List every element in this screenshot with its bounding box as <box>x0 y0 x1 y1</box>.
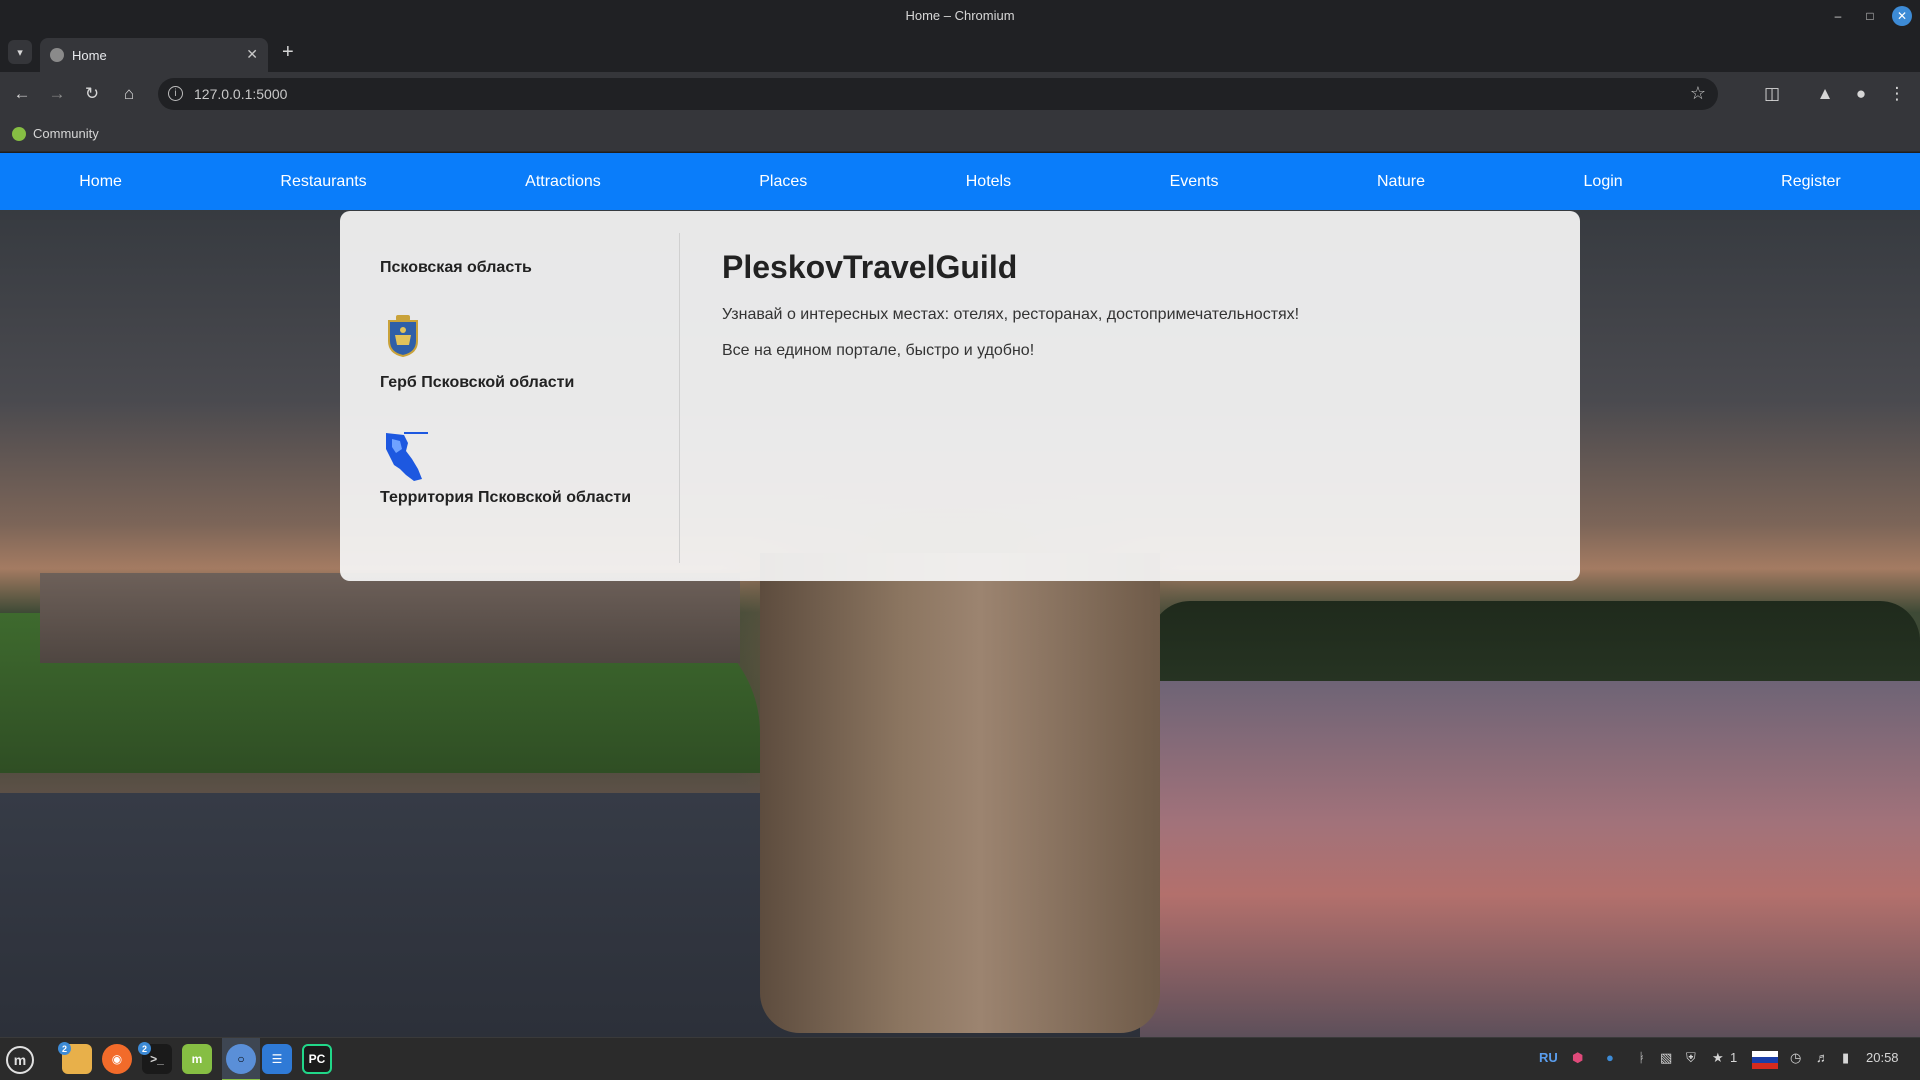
tab-home[interactable]: Home ✕ <box>40 38 268 72</box>
russian-flag-icon[interactable] <box>1752 1051 1778 1069</box>
site-navbar: Home Restaurants Attractions Places Hote… <box>0 153 1920 210</box>
clock[interactable]: 20:58 <box>1866 1050 1899 1065</box>
close-tab-icon[interactable]: ✕ <box>246 46 258 63</box>
back-icon[interactable]: ← <box>10 82 34 106</box>
home-icon[interactable]: ⌂ <box>117 82 141 106</box>
profile-icon[interactable]: ● <box>1849 82 1873 106</box>
files-badge: 2 <box>58 1042 71 1055</box>
bluetooth-icon[interactable]: ᛓ <box>1638 1050 1646 1065</box>
bookmark-community[interactable]: Community <box>33 126 99 141</box>
terminal-icon[interactable]: >_ 2 <box>138 1042 172 1074</box>
mint-software-icon[interactable]: m <box>182 1044 212 1074</box>
battery-icon[interactable]: ▮ <box>1842 1050 1849 1066</box>
nav-places[interactable]: Places <box>759 173 807 191</box>
nav-nature[interactable]: Nature <box>1377 173 1425 191</box>
wifi-icon[interactable]: ◷ <box>1790 1050 1801 1066</box>
territory-caption: Территория Псковской области <box>380 489 632 506</box>
new-tab-icon[interactable]: + <box>282 42 294 62</box>
background-trees <box>1150 601 1920 681</box>
nav-home[interactable]: Home <box>79 173 122 191</box>
notification-count: 1 <box>1730 1050 1738 1065</box>
forward-icon[interactable]: → <box>45 82 69 106</box>
tab-label: Home <box>72 48 107 63</box>
firefox-icon[interactable]: ◉ <box>102 1044 132 1074</box>
page-title: PleskovTravelGuild <box>722 249 1018 285</box>
coat-of-arms-image <box>388 315 418 357</box>
nav-hotels[interactable]: Hotels <box>966 173 1011 191</box>
intro-paragraph: Узнавай о интересных местах: отелях, рес… <box>722 306 1300 323</box>
tagline-paragraph: Все на едином портале, быстро и удобно! <box>722 342 1035 359</box>
window-title: Home – Chromium <box>905 8 1015 23</box>
update-tray-icon[interactable]: ● <box>1606 1050 1614 1065</box>
maximize-icon[interactable]: □ <box>1860 6 1880 26</box>
coat-of-arms-caption: Герб Псковской области <box>380 374 575 391</box>
globe-icon <box>50 48 64 62</box>
tab-strip: ▾ Home ✕ + <box>0 32 1920 72</box>
region-sidebar: Псковская область Герб Псковской области… <box>380 233 680 563</box>
notifications-icon[interactable]: ★ <box>1712 1050 1724 1066</box>
nav-attractions[interactable]: Attractions <box>525 173 601 191</box>
chromium-icon[interactable]: ○ <box>226 1044 256 1074</box>
volume-icon[interactable]: ♬ <box>1816 1050 1829 1065</box>
extensions-icon[interactable]: ◫ <box>1760 82 1784 106</box>
site-info-icon[interactable]: i <box>168 86 183 101</box>
window-titlebar: Home – Chromium – □ ✕ <box>0 0 1920 32</box>
content-card: Псковская область Герб Псковской области… <box>340 211 1580 581</box>
background-walls <box>40 573 740 663</box>
shield-icon[interactable]: ⛨ <box>1686 1050 1696 1066</box>
start-menu-icon[interactable]: m <box>6 1046 34 1074</box>
community-icon <box>12 127 26 141</box>
nav-events[interactable]: Events <box>1170 173 1219 191</box>
background-river <box>1140 681 1920 1037</box>
bookmark-star-icon[interactable]: ☆ <box>1690 83 1706 104</box>
pycharm-icon[interactable]: PC <box>302 1044 332 1074</box>
url-text: 127.0.0.1:5000 <box>194 86 288 102</box>
region-map-image <box>386 432 428 481</box>
browser-toolbar: ← → ↻ ⌂ i 127.0.0.1:5000 ☆ ◫ ▲ ● ⋮ <box>0 72 1920 116</box>
close-window-icon[interactable]: ✕ <box>1892 6 1912 26</box>
clipboard-icon[interactable]: ▧ <box>1660 1050 1672 1066</box>
app-tray-icon[interactable]: ⬢ <box>1572 1050 1583 1066</box>
page-viewport: Home Restaurants Attractions Places Hote… <box>0 153 1920 1037</box>
terminal-badge: 2 <box>138 1042 151 1055</box>
region-title: Псковская область <box>380 259 532 276</box>
taskbar: m 2 ◉ >_ 2 m ○ ☰ PC RU ⬢ ● ᛓ ▧ ⛨ ★ 1 ◷ ♬… <box>0 1037 1920 1080</box>
text-editor-icon[interactable]: ☰ <box>262 1044 292 1074</box>
labs-icon[interactable]: ▲ <box>1813 82 1837 106</box>
address-bar[interactable]: i 127.0.0.1:5000 ☆ <box>158 78 1718 110</box>
menu-icon[interactable]: ⋮ <box>1885 82 1909 106</box>
reload-icon[interactable]: ↻ <box>80 82 104 106</box>
nav-restaurants[interactable]: Restaurants <box>280 173 366 191</box>
main-content: PleskovTravelGuild Узнавай о интересных … <box>722 249 1542 360</box>
files-icon[interactable]: 2 <box>58 1042 92 1074</box>
tab-search-icon[interactable]: ▾ <box>8 40 32 64</box>
bookmarks-bar: Community <box>0 116 1920 152</box>
minimize-icon[interactable]: – <box>1828 6 1848 26</box>
keyboard-layout[interactable]: RU <box>1539 1050 1558 1065</box>
nav-register[interactable]: Register <box>1781 173 1841 191</box>
background-tower <box>760 553 1160 1033</box>
nav-login[interactable]: Login <box>1584 173 1623 191</box>
